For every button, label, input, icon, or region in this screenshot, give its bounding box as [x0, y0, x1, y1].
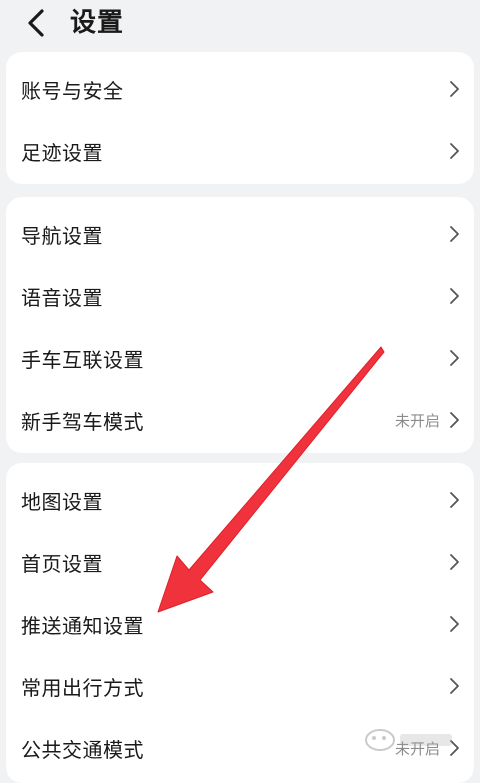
settings-item-homepage[interactable]: 首页设置	[6, 531, 474, 593]
settings-item-navigation[interactable]: 导航设置	[6, 203, 474, 265]
settings-item-label: 地图设置	[21, 489, 103, 514]
settings-item-phone-car-link[interactable]: 手车互联设置	[6, 327, 474, 389]
settings-item-value: 未开启	[394, 411, 440, 430]
settings-item-label: 常用出行方式	[21, 675, 144, 700]
settings-item-value: 未开启	[394, 739, 440, 758]
settings-item-voice[interactable]: 语音设置	[6, 265, 474, 327]
settings-item-label: 公共交通模式	[21, 737, 144, 762]
settings-item-label: 新手驾车模式	[21, 409, 144, 434]
settings-item-common-travel-mode[interactable]: 常用出行方式	[6, 655, 474, 717]
settings-item-account-security[interactable]: 账号与安全	[6, 58, 474, 120]
chevron-right-icon	[450, 143, 459, 159]
settings-item-label: 首页设置	[21, 551, 103, 576]
settings-item-label: 手车互联设置	[21, 347, 144, 372]
chevron-right-icon	[450, 226, 459, 242]
settings-item-public-transit-mode[interactable]: 公共交通模式 未开启	[6, 717, 474, 779]
settings-item-map[interactable]: 地图设置	[6, 469, 474, 531]
settings-item-label: 推送通知设置	[21, 613, 144, 638]
settings-item-label: 账号与安全	[21, 78, 124, 103]
settings-item-footprint[interactable]: 足迹设置	[6, 120, 474, 182]
chevron-right-icon	[450, 616, 459, 632]
back-arrow-icon[interactable]	[22, 6, 52, 40]
chevron-right-icon	[450, 740, 459, 756]
chevron-right-icon	[450, 412, 459, 428]
settings-item-label: 导航设置	[21, 223, 103, 248]
chevron-right-icon	[450, 288, 459, 304]
settings-group-general: 地图设置 首页设置 推送通知设置 常用出行方式 公共交通模式 未开启	[6, 463, 474, 783]
settings-group-account: 账号与安全 足迹设置	[6, 52, 474, 184]
settings-item-label: 足迹设置	[21, 140, 103, 165]
page-title: 设置	[70, 8, 125, 38]
chevron-right-icon	[450, 492, 459, 508]
chevron-right-icon	[450, 678, 459, 694]
settings-item-label: 语音设置	[21, 285, 103, 310]
chevron-right-icon	[450, 81, 459, 97]
settings-group-navigation: 导航设置 语音设置 手车互联设置 新手驾车模式 未开启	[6, 197, 474, 453]
chevron-right-icon	[450, 350, 459, 366]
settings-item-novice-driving[interactable]: 新手驾车模式 未开启	[6, 389, 474, 451]
settings-item-push-notifications[interactable]: 推送通知设置	[6, 593, 474, 655]
chevron-right-icon	[450, 554, 459, 570]
top-bar: 设置	[0, 0, 480, 48]
